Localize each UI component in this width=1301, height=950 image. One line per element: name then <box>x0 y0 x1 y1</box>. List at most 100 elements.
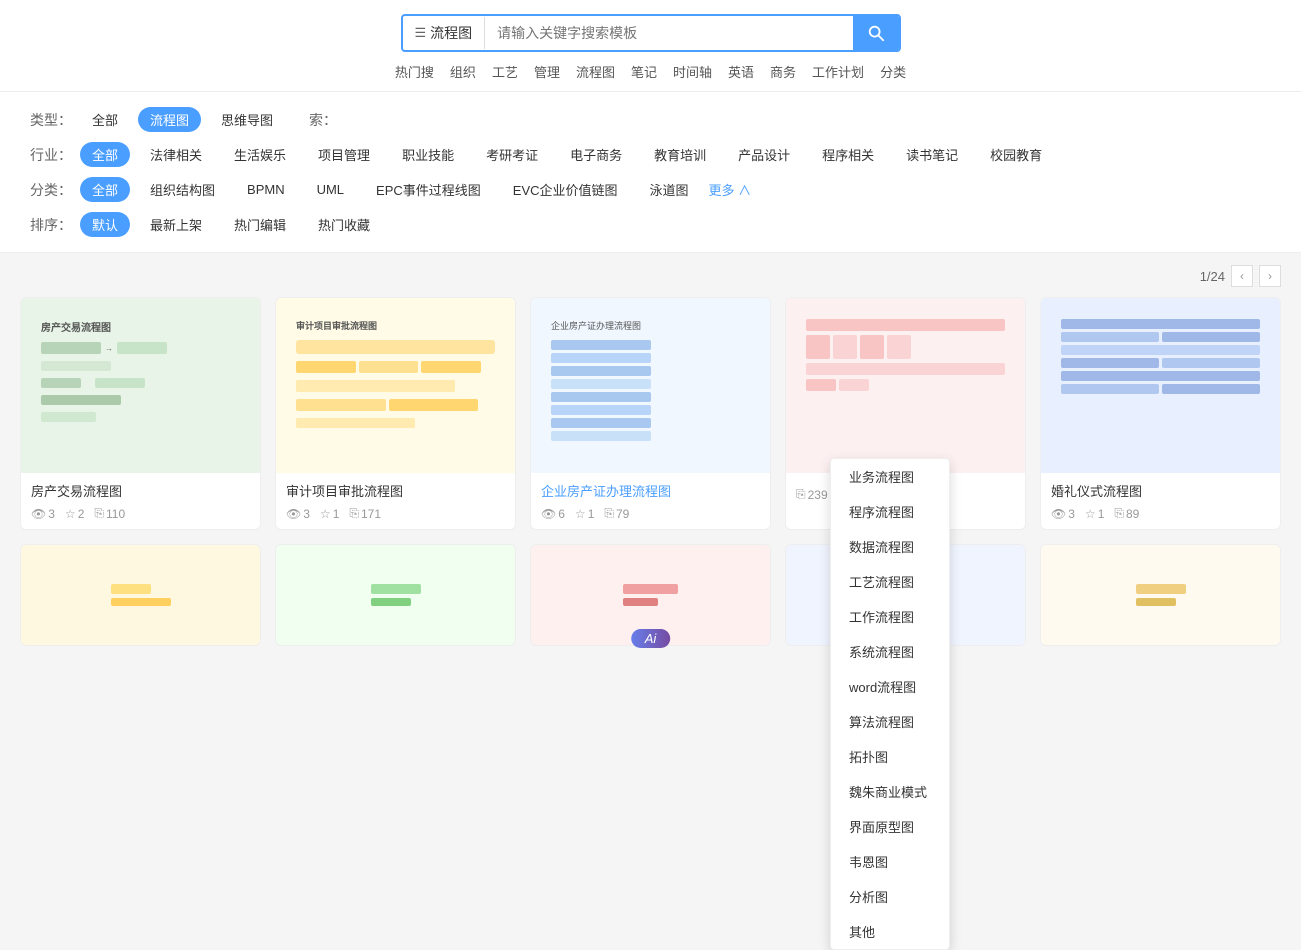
type-mindmap[interactable]: 思维导图 <box>209 107 285 132</box>
industry-ecommerce[interactable]: 电子商务 <box>558 142 634 167</box>
copy-icon-4: ⎘ <box>796 487 806 502</box>
card-5[interactable]: 婚礼仪式流程图 👁 3 ☆ 1 ⎘ 89 <box>1040 297 1281 530</box>
card-3-stats: 👁 6 ☆ 1 ⎘ 79 <box>541 506 760 521</box>
hot-tag-英语[interactable]: 英语 <box>728 62 754 81</box>
bottom-card-3[interactable] <box>530 544 771 646</box>
category-filter-row: 分类： 全部 组织结构图 BPMN UML EPC事件过程线图 EVC企业价值链… <box>30 172 1271 207</box>
card-3-copies: ⎘ 79 <box>604 506 629 521</box>
industry-legal[interactable]: 法律相关 <box>138 142 214 167</box>
hot-tag-热门搜[interactable]: 热门搜 <box>395 62 434 81</box>
search-icon <box>867 24 885 42</box>
industry-label: 行业： <box>30 145 72 165</box>
cat-evc[interactable]: EVC企业价值链图 <box>501 177 630 202</box>
star-icon-5: ☆ <box>1085 507 1096 521</box>
hot-tag-工作计划[interactable]: 工作计划 <box>812 62 864 81</box>
dropdown-item-weizhu[interactable]: 魏朱商业模式 <box>831 774 949 809</box>
cat-epc[interactable]: EPC事件过程线图 <box>364 177 493 202</box>
hot-tag-管理[interactable]: 管理 <box>534 62 560 81</box>
thumb-art-1: 房产交易流程图 → <box>33 311 248 460</box>
card-1-views: 👁 3 <box>31 506 55 521</box>
dropdown-item-venn[interactable]: 韦恩图 <box>831 844 949 879</box>
hot-tag-工艺[interactable]: 工艺 <box>492 62 518 81</box>
dropdown-item-word[interactable]: word流程图 <box>831 669 949 704</box>
industry-life[interactable]: 生活娱乐 <box>222 142 298 167</box>
card-3-title: 企业房产证办理流程图 <box>541 481 760 500</box>
star-icon-3: ☆ <box>575 507 586 521</box>
card-5-thumb <box>1041 298 1280 473</box>
card-2-views: 👁 3 <box>286 506 310 521</box>
hot-tag-流程图[interactable]: 流程图 <box>576 62 615 81</box>
search-bar: ☰ 流程图 热门搜组织工艺管理流程图笔记时间轴英语商务工作计划分类 <box>0 0 1301 92</box>
hot-tag-商务[interactable]: 商务 <box>770 62 796 81</box>
dropdown-item-program[interactable]: 程序流程图 <box>831 494 949 529</box>
industry-skill[interactable]: 职业技能 <box>390 142 466 167</box>
hot-tag-组织[interactable]: 组织 <box>450 62 476 81</box>
industry-campus[interactable]: 校园教育 <box>978 142 1054 167</box>
dropdown-item-topology[interactable]: 拓扑图 <box>831 739 949 774</box>
hot-tag-分类[interactable]: 分类 <box>880 62 906 81</box>
eye-icon-3: 👁 <box>541 507 556 521</box>
bottom-card-5[interactable] <box>1040 544 1281 646</box>
category-label: 分类： <box>30 180 72 200</box>
sort-newest[interactable]: 最新上架 <box>138 212 214 237</box>
dropdown-item-data[interactable]: 数据流程图 <box>831 529 949 564</box>
card-2-stats: 👁 3 ☆ 1 ⎘ 171 <box>286 506 505 521</box>
cat-bpmn[interactable]: BPMN <box>235 179 297 200</box>
cat-org[interactable]: 组织结构图 <box>138 177 227 202</box>
more-button[interactable]: 更多 ∧ <box>709 180 752 199</box>
dropdown-item-prototype[interactable]: 界面原型图 <box>831 809 949 844</box>
copy-icon: ⎘ <box>94 506 104 521</box>
prev-page-button[interactable]: ‹ <box>1231 265 1253 287</box>
bottom-card-1[interactable] <box>20 544 261 646</box>
sort-default[interactable]: 默认 <box>80 212 130 237</box>
pagination-info: 1/24 <box>1200 269 1225 284</box>
bottom-card-5-thumb <box>1041 545 1280 645</box>
search-extra-label: 索： <box>309 110 349 130</box>
hot-tag-时间轴[interactable]: 时间轴 <box>673 62 712 81</box>
card-4-copies: ⎘ 239 <box>796 487 828 502</box>
next-page-button[interactable]: › <box>1259 265 1281 287</box>
type-flowchart[interactable]: 流程图 <box>138 107 201 132</box>
card-1-thumb: 房产交易流程图 → <box>21 298 260 473</box>
bottom-card-2[interactable] <box>275 544 516 646</box>
sort-hot-fav[interactable]: 热门收藏 <box>306 212 382 237</box>
dropdown-item-analysis[interactable]: 分析图 <box>831 879 949 914</box>
copy-icon-2: ⎘ <box>349 506 359 521</box>
industry-filter-row: 行业： 全部 法律相关 生活娱乐 项目管理 职业技能 考研考证 电子商务 教育培… <box>30 137 1271 172</box>
industry-exam[interactable]: 考研考证 <box>474 142 550 167</box>
industry-product[interactable]: 产品设计 <box>726 142 802 167</box>
search-input-wrapper: ☰ 流程图 <box>401 14 901 52</box>
card-1-stars: ☆ 2 <box>65 506 84 521</box>
industry-all[interactable]: 全部 <box>80 142 130 167</box>
type-all[interactable]: 全部 <box>80 107 130 132</box>
industry-dev[interactable]: 程序相关 <box>810 142 886 167</box>
dropdown-item-craft[interactable]: 工艺流程图 <box>831 564 949 599</box>
card-1[interactable]: 房产交易流程图 → <box>20 297 261 530</box>
main-content: 1/24 ‹ › 房产交易流程图 → <box>0 253 1301 658</box>
dropdown-item-algorithm[interactable]: 算法流程图 <box>831 704 949 739</box>
industry-education[interactable]: 教育培训 <box>642 142 718 167</box>
dropdown-menu: 业务流程图 程序流程图 数据流程图 工艺流程图 工作流程图 系统流程图 word… <box>830 458 950 950</box>
cat-uml[interactable]: UML <box>305 179 356 200</box>
thumb-art-5 <box>1053 311 1268 460</box>
sort-hot-edit[interactable]: 热门编辑 <box>222 212 298 237</box>
dropdown-item-system[interactable]: 系统流程图 <box>831 634 949 669</box>
card-3[interactable]: 企业房产证办理流程图 企业房产证办理流程图 <box>530 297 771 530</box>
card-5-stars: ☆ 1 <box>1085 506 1104 521</box>
card-5-copies: ⎘ 89 <box>1114 506 1139 521</box>
hot-tag-笔记[interactable]: 笔记 <box>631 62 657 81</box>
cat-all[interactable]: 全部 <box>80 177 130 202</box>
dropdown-item-business[interactable]: 业务流程图 <box>831 459 949 494</box>
industry-pm[interactable]: 项目管理 <box>306 142 382 167</box>
copy-icon-5: ⎘ <box>1114 506 1124 521</box>
industry-notes[interactable]: 读书笔记 <box>894 142 970 167</box>
dropdown-item-other[interactable]: 其他 <box>831 914 949 949</box>
search-input[interactable] <box>485 18 852 48</box>
bottom-cards-grid <box>20 544 1281 646</box>
search-button[interactable] <box>853 16 899 50</box>
dropdown-item-work[interactable]: 工作流程图 <box>831 599 949 634</box>
search-type-selector[interactable]: ☰ 流程图 <box>403 17 486 49</box>
cat-swim[interactable]: 泳道图 <box>638 177 701 202</box>
search-type-label: 流程图 <box>430 23 472 43</box>
card-2[interactable]: 审计项目审批流程图 <box>275 297 516 530</box>
